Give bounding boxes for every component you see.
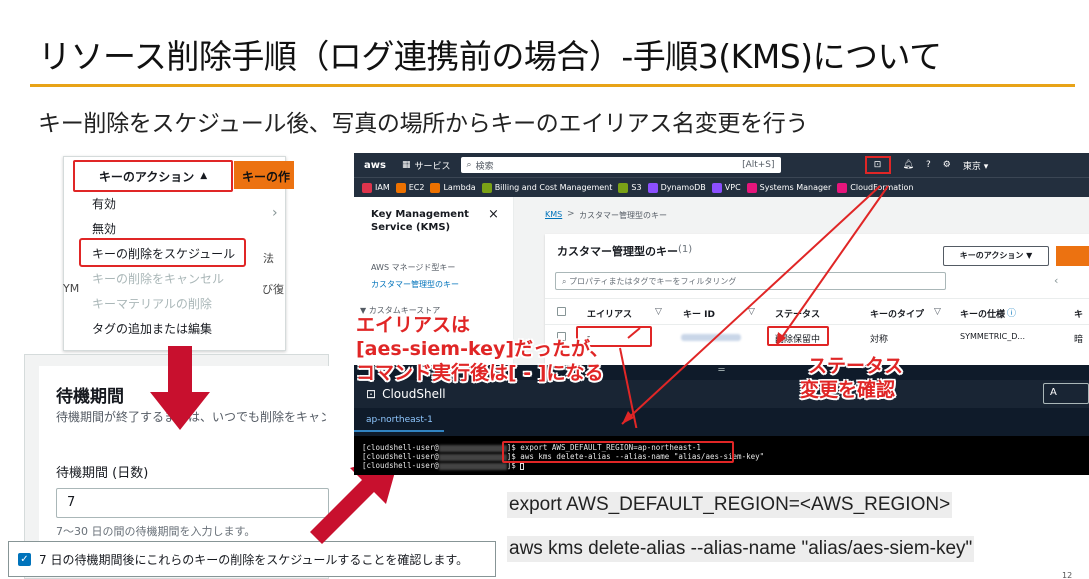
close-icon[interactable]: ×	[488, 207, 499, 222]
lambda-icon	[430, 182, 441, 193]
alias-callout-line2: [aes-siem-key]だったが、	[356, 338, 609, 360]
waiting-period-field-label: 待機期間 (日数)	[56, 466, 149, 481]
menu-item-delete-key-material: キーマテリアルの削除	[92, 297, 212, 311]
down-arrow-icon	[150, 346, 210, 430]
cell-key-spec: SYMMETRIC_D...	[960, 332, 1026, 341]
background-text: 法	[263, 252, 274, 265]
gear-icon[interactable]: ⚙	[943, 160, 951, 170]
aws-top-navbar: aws ▦ サービス ⌕ 検索 [Alt+S] ⊡ 🔔︎ ? ⚙ 東京 ▾	[354, 153, 1089, 177]
column-key-spec[interactable]: キーの仕様	[960, 307, 1005, 320]
menu-item-cancel-deletion: キーの削除をキャンセル	[92, 272, 225, 286]
redacted-host	[438, 453, 507, 461]
command-highlight-box	[502, 441, 734, 463]
help-icon[interactable]: ?	[926, 160, 931, 170]
cloudshell-title: CloudShell	[382, 387, 446, 401]
alias-callout-line3: コマンド実行後は[ - ]になる	[356, 362, 604, 384]
background-text: び復	[262, 283, 284, 296]
cloudshell-icon: ⊡	[366, 387, 377, 401]
confirm-checkbox-row[interactable]: ✓ 7 日の待機期間後にこれらのキーの削除をスケジュールすることを確認します。	[8, 541, 496, 577]
bell-icon[interactable]: 🔔︎	[903, 160, 914, 170]
breadcrumb-separator: >	[567, 209, 575, 219]
breadcrumb-kms[interactable]: KMS	[545, 210, 562, 219]
menu-item-enable[interactable]: 有効	[92, 195, 116, 212]
page-number: 12	[1062, 571, 1073, 579]
redacted-host	[438, 444, 507, 452]
cloudshell-icon[interactable]: ⊡	[864, 156, 891, 174]
caret-up-icon: ▲	[200, 171, 208, 181]
title-underline	[30, 84, 1075, 87]
slide-title: リソース削除手順（ログ連携前の場合）-手順3(KMS)について	[38, 37, 942, 76]
sort-icon[interactable]: ▽	[934, 307, 941, 317]
search-icon: ⌕	[466, 160, 472, 170]
fav-ec2[interactable]: EC2	[395, 182, 424, 193]
confirm-text: 7 日の待機期間後にこれらのキーの削除をスケジュールすることを確認します。	[39, 552, 469, 567]
billing-icon	[481, 182, 492, 193]
search-placeholder: 検索	[475, 161, 494, 172]
terminal-line: [cloudshell-user@]$	[362, 461, 525, 470]
waiting-period-hint: 7～30 日の間の待機期間を入力します。	[56, 525, 256, 538]
select-all-checkbox[interactable]	[557, 307, 566, 316]
status-callout-line2: 変更を確認	[800, 379, 896, 401]
key-action-label: キーのアクション	[98, 169, 195, 184]
fav-lambda[interactable]: Lambda	[430, 182, 476, 193]
chevron-right-icon: ›	[272, 205, 278, 221]
key-action-button-console[interactable]: キーのアクション ▼	[943, 246, 1049, 266]
background-text: YM	[63, 282, 80, 295]
cursor	[520, 462, 525, 470]
grid-icon[interactable]: ▦	[402, 160, 411, 170]
fav-iam[interactable]: IAM	[362, 182, 390, 193]
cell-extra: 暗	[1074, 335, 1084, 345]
alias-callout-line1: エイリアスは	[356, 314, 471, 336]
highlight-box	[79, 238, 246, 267]
iam-icon	[362, 182, 372, 193]
ec2-icon	[395, 182, 406, 193]
search-shortcut: [Alt+S]	[742, 160, 775, 170]
column-extra[interactable]: キ	[1074, 307, 1083, 320]
region-selector[interactable]: 東京 ▾	[963, 159, 988, 172]
menu-item-disable[interactable]: 無効	[92, 220, 116, 237]
waiting-period-title: 待機期間	[56, 387, 124, 407]
sidebar-title: Key Management Service (KMS)	[371, 209, 469, 233]
key-action-button[interactable]: キーのアクション ▲	[73, 160, 233, 192]
chevron-left-icon[interactable]: ‹	[1054, 274, 1058, 287]
checkbox-checked-icon[interactable]: ✓	[18, 552, 31, 566]
command-delete-alias: aws kms delete-alias --alias-name "alias…	[507, 536, 975, 562]
command-export-region: export AWS_DEFAULT_REGION=<AWS_REGION>	[507, 492, 953, 518]
menu-item-edit-tags[interactable]: タグの追加または編集	[92, 320, 212, 337]
search-icon: ⌕	[562, 277, 570, 286]
info-icon[interactable]: ⓘ	[1007, 306, 1016, 319]
status-callout-line1: ステータス	[808, 355, 904, 377]
slide-subtitle: キー削除をスケジュール後、写真の場所からキーのエイリアス名変更を行う	[38, 111, 809, 137]
aws-logo[interactable]: aws	[364, 160, 394, 171]
redacted-host	[438, 462, 507, 470]
cloudshell-tab-region[interactable]: ap-northeast-1	[354, 408, 444, 432]
cloudshell-actions-button[interactable]: A	[1043, 383, 1089, 404]
create-key-button[interactable]: キーの作	[234, 161, 294, 189]
services-menu[interactable]: サービス	[415, 159, 451, 172]
sidebar-item-aws-managed[interactable]: AWS マネージド型キー	[371, 262, 455, 273]
create-key-button-console[interactable]	[1056, 246, 1089, 266]
waiting-period-input[interactable]: 7	[56, 488, 329, 518]
search-bar[interactable]: ⌕ 検索 [Alt+S]	[460, 157, 781, 173]
sidebar-item-customer-managed[interactable]: カスタマー管理型のキー	[371, 279, 459, 290]
